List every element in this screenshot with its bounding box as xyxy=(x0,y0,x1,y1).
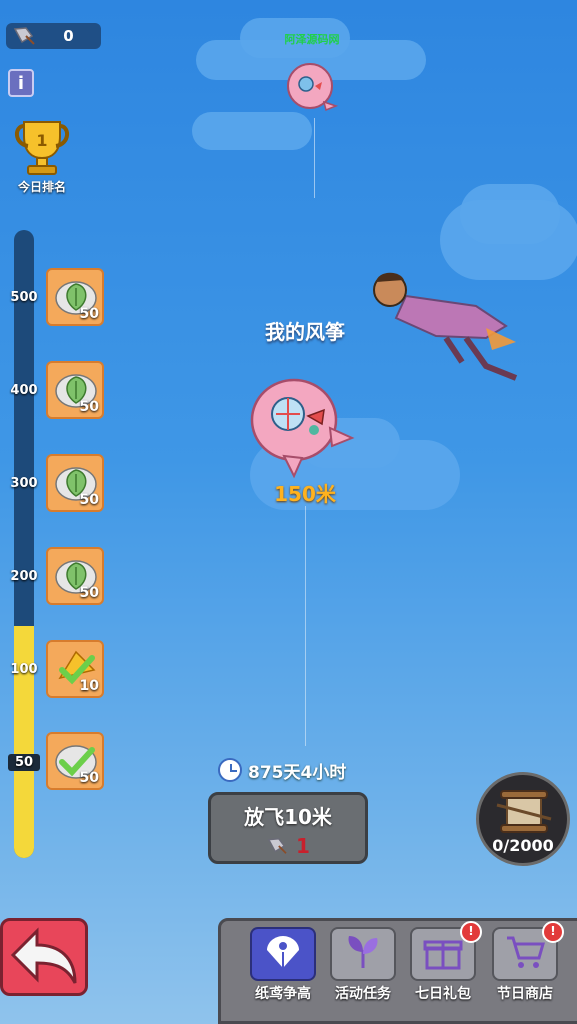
tab-icon-box xyxy=(330,927,396,981)
trophy-icon: 1 xyxy=(15,121,69,175)
watermark: 阿泽源码网 xyxy=(284,33,340,46)
reward-item[interactable]: 50 xyxy=(46,547,104,605)
tab-gift[interactable]: ! 七日礼包 xyxy=(405,921,482,1003)
reward-item[interactable]: 50 xyxy=(46,268,104,326)
tab-sprout[interactable]: 活动任务 xyxy=(325,927,401,1003)
tab-icon-box: ! xyxy=(492,921,564,981)
notification-badge: ! xyxy=(542,921,564,943)
cloud xyxy=(460,184,560,244)
kite-distance: 150米 xyxy=(274,482,336,506)
daily-rank[interactable]: 1 今日排名 xyxy=(8,118,76,195)
notification-badge: ! xyxy=(460,921,482,943)
clock-icon xyxy=(218,758,242,782)
rank-label: 今日排名 xyxy=(17,180,66,194)
tab-icon-box xyxy=(250,927,316,981)
altitude-tick: 500 xyxy=(10,290,38,305)
reward-count: 10 xyxy=(79,678,99,694)
fly-cost: 1 xyxy=(211,834,365,858)
reward-item[interactable]: 50 xyxy=(46,454,104,512)
tab-label: 节日商店 xyxy=(497,986,553,1002)
sprout-icon xyxy=(341,932,385,976)
back-button[interactable] xyxy=(0,918,88,996)
fly-cost-value: 1 xyxy=(296,834,310,858)
tab-label: 纸鸢争高 xyxy=(255,986,311,1002)
gift-icon xyxy=(421,932,465,976)
altitude-tick: 300 xyxy=(10,476,38,491)
svg-text:1: 1 xyxy=(36,131,47,150)
tab-label: 七日礼包 xyxy=(415,986,471,1002)
reward-count: 50 xyxy=(79,492,99,508)
reward-count: 50 xyxy=(79,399,99,415)
tab-label: 活动任务 xyxy=(335,986,391,1002)
bottom-tab-bar: 纸鸢争高 活动任务! 七日礼包! 节日商店 xyxy=(218,918,577,1024)
kite-count: 0 xyxy=(63,27,74,45)
string-spool[interactable]: 0/2000 xyxy=(476,772,570,866)
altitude-fill xyxy=(14,625,34,858)
kite-icon xyxy=(261,932,305,976)
reward-count: 50 xyxy=(79,770,99,786)
reward-item[interactable]: 10 xyxy=(46,640,104,698)
altitude-tick: 100 xyxy=(10,662,38,677)
cart-icon xyxy=(503,932,547,976)
altitude-tick: 50 xyxy=(8,754,40,771)
spool-value: 0/2000 xyxy=(492,836,554,855)
event-timer: 875天4小时 xyxy=(218,756,346,784)
kite-small-icon xyxy=(13,27,35,45)
kite-string xyxy=(305,506,306,746)
altitude-tick: 400 xyxy=(10,383,38,398)
kite-counter: 0 xyxy=(6,23,101,49)
flying-hero xyxy=(373,272,518,381)
reward-item[interactable]: 50 xyxy=(46,361,104,419)
rival-kite xyxy=(287,63,339,112)
fly-button-label: 放飞10米 xyxy=(244,805,332,829)
reward-count: 50 xyxy=(79,585,99,601)
timer-text: 875天4小时 xyxy=(248,762,347,783)
my-kite[interactable] xyxy=(244,372,360,482)
kite-small-icon xyxy=(267,838,287,854)
reward-count: 50 xyxy=(79,306,99,322)
altitude-tick: 200 xyxy=(10,569,38,584)
spool-icon xyxy=(496,790,552,833)
info-button[interactable]: i xyxy=(8,69,34,97)
my-kite-title: 我的风筝 xyxy=(265,320,345,344)
tab-icon-box: ! xyxy=(410,921,482,981)
tab-kite[interactable]: 纸鸢争高 xyxy=(245,927,321,1003)
back-arrow-icon xyxy=(10,927,77,984)
fly-button[interactable]: 放飞10米 1 xyxy=(208,792,368,864)
tab-cart[interactable]: ! 节日商店 xyxy=(487,921,564,1003)
rival-kite-string xyxy=(314,118,315,198)
reward-item[interactable]: 50 xyxy=(46,732,104,790)
info-label: i xyxy=(17,72,25,94)
